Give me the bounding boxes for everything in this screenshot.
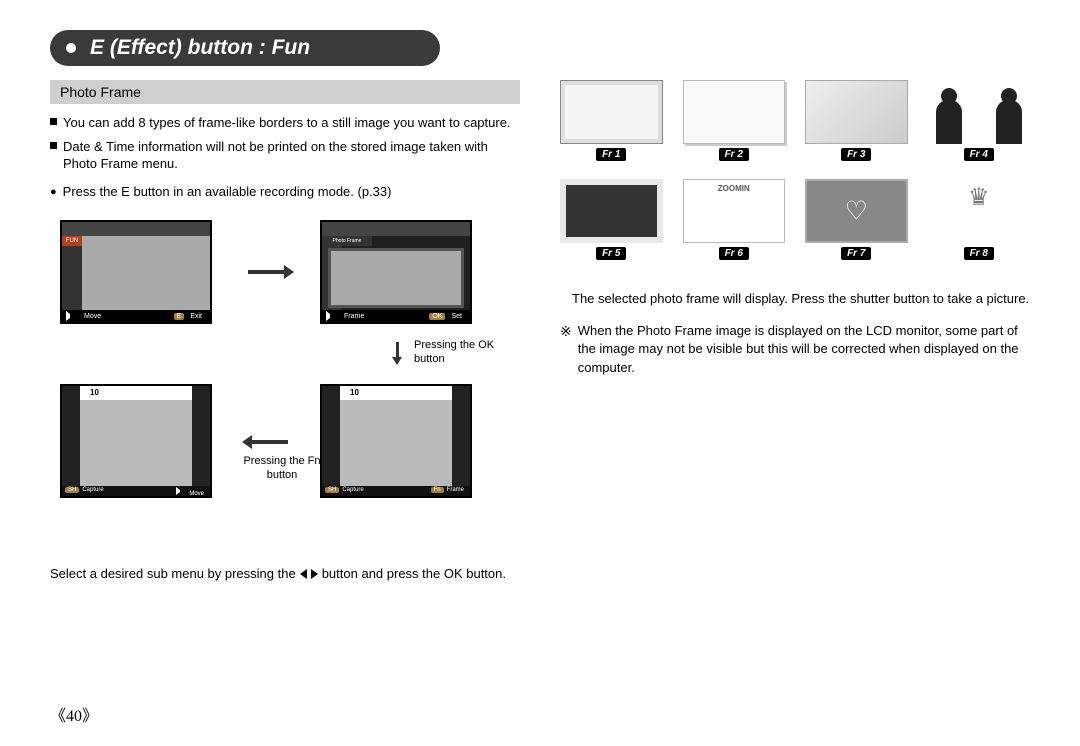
frame-thumb-1 (560, 80, 663, 144)
frame-thumb-8: ♛ (928, 179, 1031, 243)
frame-cell-7: ♡ Fr 7 (805, 179, 908, 260)
count-label: 10 (350, 388, 359, 397)
triangle-right-icon (311, 569, 318, 579)
bullet-text: You can add 8 types of frame-like border… (63, 114, 511, 132)
triangle-left-icon (300, 569, 307, 579)
frame-cell-1: Fr 1 (560, 80, 663, 161)
left-column: Photo Frame You can add 8 types of frame… (50, 80, 520, 581)
square-bullet-icon (50, 118, 57, 125)
frame-label-3: Fr 3 (841, 148, 871, 161)
frame-thumb-4 (928, 80, 1031, 144)
crown-icon: ♛ (968, 183, 990, 212)
circle-bullet-icon: ● (50, 185, 57, 201)
lcd-screen-capture-fn: 10 SHCapture FnFrame (320, 384, 472, 498)
e-key-label: E (174, 313, 185, 320)
fun-label: FUN (62, 236, 82, 246)
bullet-item: You can add 8 types of frame-like border… (50, 114, 520, 132)
diagram-area: FUN Move EExit Photo Frame Frame (50, 220, 520, 550)
frame-thumb-6: ZOOMIN (683, 179, 786, 243)
sh-key-label-2: SH (65, 487, 79, 493)
zoomin-text: ZOOMIN (718, 184, 750, 193)
caption-fn: Pressing the Fn button (242, 454, 322, 483)
instr-post: button and press the OK button. (322, 566, 506, 581)
ok-key-label: OK (429, 313, 445, 320)
frame-label-5: Fr 5 (596, 247, 626, 260)
frame-cell-4: Fr 4 (928, 80, 1031, 161)
arrow-right-icon (248, 270, 286, 274)
instr-pre: Select a desired sub menu by pressing th… (50, 566, 296, 581)
set-label: Set (447, 311, 466, 322)
heart-icon: ♡ (845, 196, 868, 227)
frame-cell-3: Fr 3 (805, 80, 908, 161)
page-number: 《40》 (50, 702, 98, 726)
right-text-1: The selected photo frame will display. P… (560, 290, 1030, 308)
exit-label: Exit (186, 311, 206, 322)
instruction-text: Press the E button in an available recor… (63, 183, 392, 201)
instruction-item: ● Press the E button in an available rec… (50, 183, 520, 201)
bullet-item: Date & Time information will not be prin… (50, 138, 520, 173)
fn-key-label: Fn (431, 487, 444, 493)
frame-thumb-2 (683, 80, 786, 144)
photoframe-label: Photo Frame (322, 236, 372, 246)
frame-label-2: Frame (444, 486, 467, 494)
move-label: Move (80, 311, 105, 322)
frames-grid: Fr 1 Fr 2 Fr 3 Fr 4 (560, 80, 1030, 260)
square-bullet-icon (50, 142, 57, 149)
right-column: Fr 1 Fr 2 Fr 3 Fr 4 (560, 80, 1030, 581)
title-bar: E (Effect) button : Fun (50, 30, 1030, 66)
frame-cell-2: Fr 2 (683, 80, 786, 161)
lcd-screen-fun-menu: FUN Move EExit (60, 220, 212, 324)
frame-label-1: Fr 1 (596, 148, 626, 161)
frame-cell-6: ZOOMIN Fr 6 (683, 179, 786, 260)
title-dot-icon (66, 43, 76, 53)
right-body: The selected photo frame will display. P… (560, 290, 1030, 377)
lcd-screen-capture-move: 10 SHCapture Move (60, 384, 212, 498)
capture-label: Capture (339, 486, 366, 494)
frame-thumb-3 (805, 80, 908, 144)
frame-cell-5: Fr 5 (560, 179, 663, 260)
frame-thumb-5 (560, 179, 663, 243)
arrow-left-icon (250, 440, 288, 444)
sh-key-label: SH (325, 487, 339, 493)
move-label-2: Move (186, 490, 207, 498)
bullet-list: You can add 8 types of frame-like border… (50, 114, 520, 173)
count-label-2: 10 (90, 388, 99, 397)
frame-label-4: Fr 4 (964, 148, 994, 161)
reference-mark-icon: ※ (560, 322, 572, 377)
frame-label-2: Fr 2 (719, 148, 749, 161)
capture-label-2: Capture (79, 486, 106, 494)
frame-cell-8: ♛ Fr 8 (928, 179, 1031, 260)
page-title: E (Effect) button : Fun (90, 36, 310, 60)
title-pill: E (Effect) button : Fun (50, 30, 440, 66)
bullet-text: Date & Time information will not be prin… (63, 138, 520, 173)
lcd-screen-photoframe-menu: Photo Frame Frame OKSet (320, 220, 472, 324)
section-header: Photo Frame (50, 80, 520, 104)
right-note: When the Photo Frame image is displayed … (578, 322, 1030, 377)
frame-thumb-7: ♡ (805, 179, 908, 243)
frame-label: Frame (340, 311, 368, 322)
note-item: ※ When the Photo Frame image is displaye… (560, 322, 1030, 377)
frame-label-7: Fr 7 (841, 247, 871, 260)
frame-label-6: Fr 6 (719, 247, 749, 260)
frame-label-8: Fr 8 (964, 247, 994, 260)
arrow-down-icon (396, 342, 399, 358)
bottom-instruction: Select a desired sub menu by pressing th… (50, 566, 520, 581)
manual-page: E (Effect) button : Fun Photo Frame You … (0, 0, 1080, 746)
caption-ok: Pressing the OK button (414, 338, 504, 367)
